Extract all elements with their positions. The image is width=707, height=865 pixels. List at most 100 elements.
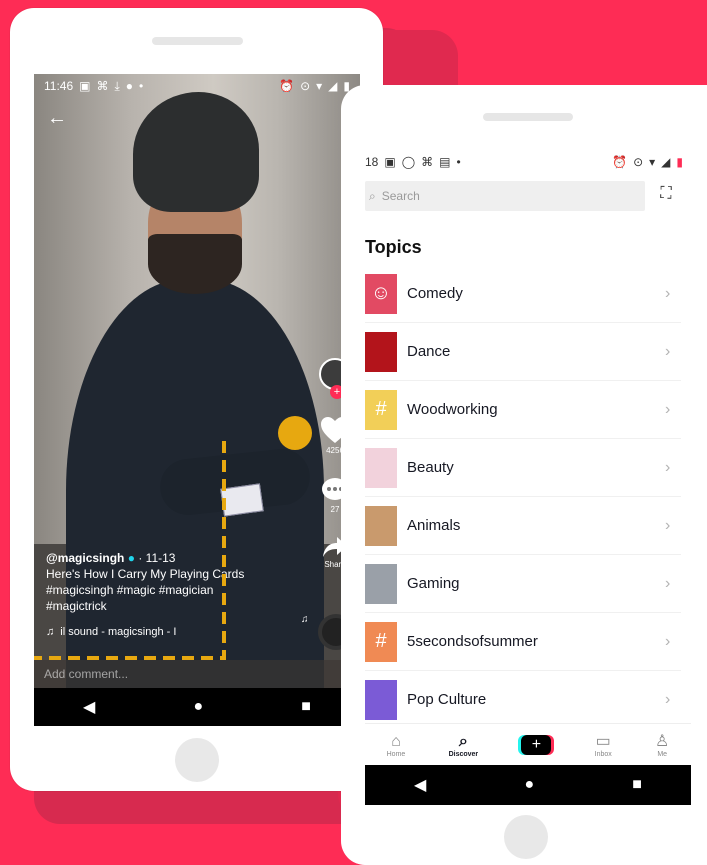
scan-icon: ⛶ xyxy=(660,185,672,202)
music-icon: ♫ xyxy=(46,626,55,638)
nav-home-icon[interactable]: ● xyxy=(193,698,203,716)
left-phone: 11:46 ▣ ⌘ ⤓ ● • ⏰ ⊙ ▾ ◢ ▮ ← + 4256 27 Sh… xyxy=(10,8,383,791)
home-icon: ⌂ xyxy=(391,732,401,750)
chevron-right-icon: › xyxy=(665,574,671,592)
create-button[interactable]: + xyxy=(521,735,552,755)
nav-back-icon[interactable]: ◀ xyxy=(414,775,426,795)
search-placeholder: Search xyxy=(381,189,420,203)
sync-icon: ⊙ xyxy=(300,79,311,93)
status-time: 18 xyxy=(365,155,379,169)
topic-label: Animals xyxy=(407,517,461,534)
status-bar: 11:46 ▣ ⌘ ⤓ ● • ⏰ ⊙ ▾ ◢ ▮ xyxy=(34,74,360,98)
topic-thumbnail: ☺ xyxy=(365,273,397,314)
nav-recents-icon[interactable]: ■ xyxy=(632,776,642,794)
comment-count: 27 xyxy=(330,505,340,514)
tab-discover[interactable]: ⌕ Discover xyxy=(449,733,479,758)
chevron-right-icon: › xyxy=(665,632,671,650)
person-beard xyxy=(148,234,242,294)
nav-back-icon[interactable]: ◀ xyxy=(83,697,95,717)
chevron-right-icon: › xyxy=(665,516,671,534)
nav-home-icon[interactable]: ● xyxy=(524,776,534,794)
right-phone-home-button xyxy=(504,815,548,859)
topic-thumbnail xyxy=(365,447,397,488)
topic-thumbnail xyxy=(365,563,397,604)
search-row: ⌕ Search ⛶ xyxy=(365,181,691,211)
image-icon: ▣ xyxy=(384,155,396,169)
topic-label: 5secondsofsummer xyxy=(407,633,538,650)
caption-line-2[interactable]: #magicsingh #magic #magician xyxy=(46,582,296,598)
person-turban xyxy=(133,92,259,212)
app-icon: ▤ xyxy=(439,155,451,169)
video-caption: @magicsingh ● · 11-13 Here's How I Carry… xyxy=(46,550,296,640)
video-screen[interactable]: 11:46 ▣ ⌘ ⤓ ● • ⏰ ⊙ ▾ ◢ ▮ ← + 4256 27 Sh… xyxy=(34,74,360,726)
topic-label: Gaming xyxy=(407,575,460,592)
verified-icon: ● xyxy=(127,551,135,565)
network-icon: ⌘ xyxy=(96,79,109,93)
topic-row[interactable]: Beauty › xyxy=(365,439,681,497)
comment-input[interactable]: Add comment... xyxy=(34,660,360,688)
tab-me[interactable]: ♙ Me xyxy=(655,733,669,758)
playing-cards xyxy=(220,483,264,517)
status-bar: 18 ▣ ◯ ⌘ ▤ • ⏰ ⊙ ▾ ◢ ▮ xyxy=(365,151,691,173)
topic-label: Pop Culture xyxy=(407,691,487,708)
android-nav-bar: ◀ ● ■ xyxy=(365,765,691,805)
chevron-right-icon: › xyxy=(665,284,671,302)
sound-name: il sound - magicsingh - I xyxy=(60,626,177,638)
status-time: 11:46 xyxy=(44,79,74,93)
tab-inbox-label: Inbox xyxy=(594,750,612,758)
creator-username[interactable]: @magicsingh xyxy=(46,551,124,565)
back-arrow-icon[interactable]: ← xyxy=(47,108,67,128)
left-phone-home-button xyxy=(175,738,219,782)
discover-screen: 18 ▣ ◯ ⌘ ▤ • ⏰ ⊙ ▾ ◢ ▮ ⌕ Search ⛶ Topics… xyxy=(365,151,691,805)
topic-row[interactable]: Gaming › xyxy=(365,555,681,613)
chevron-right-icon: › xyxy=(665,342,671,360)
scan-button[interactable]: ⛶ xyxy=(655,185,677,207)
bottom-tab-bar: ⌂ Home ⌕ Discover + ▭ Inbox ♙ Me xyxy=(365,723,691,766)
topic-thumbnail xyxy=(365,331,397,372)
topic-row[interactable]: #5secondsofsummer › xyxy=(365,613,681,671)
tab-me-label: Me xyxy=(657,750,668,758)
topic-row[interactable]: Animals › xyxy=(365,497,681,555)
profile-icon: ♙ xyxy=(655,732,670,750)
search-icon: ⌕ xyxy=(369,188,376,203)
chevron-right-icon: › xyxy=(665,400,671,418)
more-dot-icon: • xyxy=(456,155,461,169)
highlight-dot xyxy=(278,416,312,450)
network-icon: ⌘ xyxy=(421,155,434,169)
search-input[interactable]: ⌕ Search xyxy=(365,181,645,211)
topics-heading: Topics xyxy=(365,237,422,257)
topic-label: Beauty xyxy=(407,459,454,476)
signal-icon: ◢ xyxy=(661,155,671,169)
nav-recents-icon[interactable]: ■ xyxy=(301,698,311,716)
chevron-right-icon: › xyxy=(665,458,671,476)
topic-row[interactable]: Dance › xyxy=(365,323,681,381)
left-phone-speaker xyxy=(152,37,243,45)
more-dot-icon: • xyxy=(139,79,144,93)
tab-home-label: Home xyxy=(386,750,406,758)
alarm-icon: ⏰ xyxy=(279,79,295,93)
search-icon: ⌕ xyxy=(458,732,468,750)
chevron-right-icon: › xyxy=(665,690,671,708)
alarm-icon: ⏰ xyxy=(612,155,628,169)
topic-row[interactable]: Pop Culture › xyxy=(365,671,681,729)
right-phone: 18 ▣ ◯ ⌘ ▤ • ⏰ ⊙ ▾ ◢ ▮ ⌕ Search ⛶ Topics… xyxy=(341,85,707,865)
tab-discover-label: Discover xyxy=(448,750,479,758)
android-nav-bar: ◀ ● ■ xyxy=(34,688,360,726)
topic-label: Comedy xyxy=(407,285,463,302)
tab-home[interactable]: ⌂ Home xyxy=(387,733,406,758)
topic-thumbnail xyxy=(365,679,397,720)
topic-label: Dance xyxy=(407,343,451,360)
caption-line-3[interactable]: #magictrick xyxy=(46,598,296,614)
topic-thumbnail xyxy=(365,505,397,546)
topic-row[interactable]: ☺ Comedy › xyxy=(365,265,681,323)
post-date: · 11-13 xyxy=(138,551,176,565)
tab-inbox[interactable]: ▭ Inbox xyxy=(595,733,612,758)
image-icon: ▣ xyxy=(79,79,91,93)
topic-row[interactable]: # Woodworking › xyxy=(365,381,681,439)
inbox-icon: ▭ xyxy=(595,732,611,750)
whatsapp-icon: ◯ xyxy=(401,155,416,169)
topics-list: ☺ Comedy › Dance › # Woodworking › Beauty › Animal… xyxy=(365,265,681,729)
sound-row[interactable]: ♫ il sound - magicsingh - I xyxy=(46,624,296,640)
caption-line-1: Here's How I Carry My Playing Cards xyxy=(46,567,245,581)
wifi-icon: ▾ xyxy=(649,155,656,169)
